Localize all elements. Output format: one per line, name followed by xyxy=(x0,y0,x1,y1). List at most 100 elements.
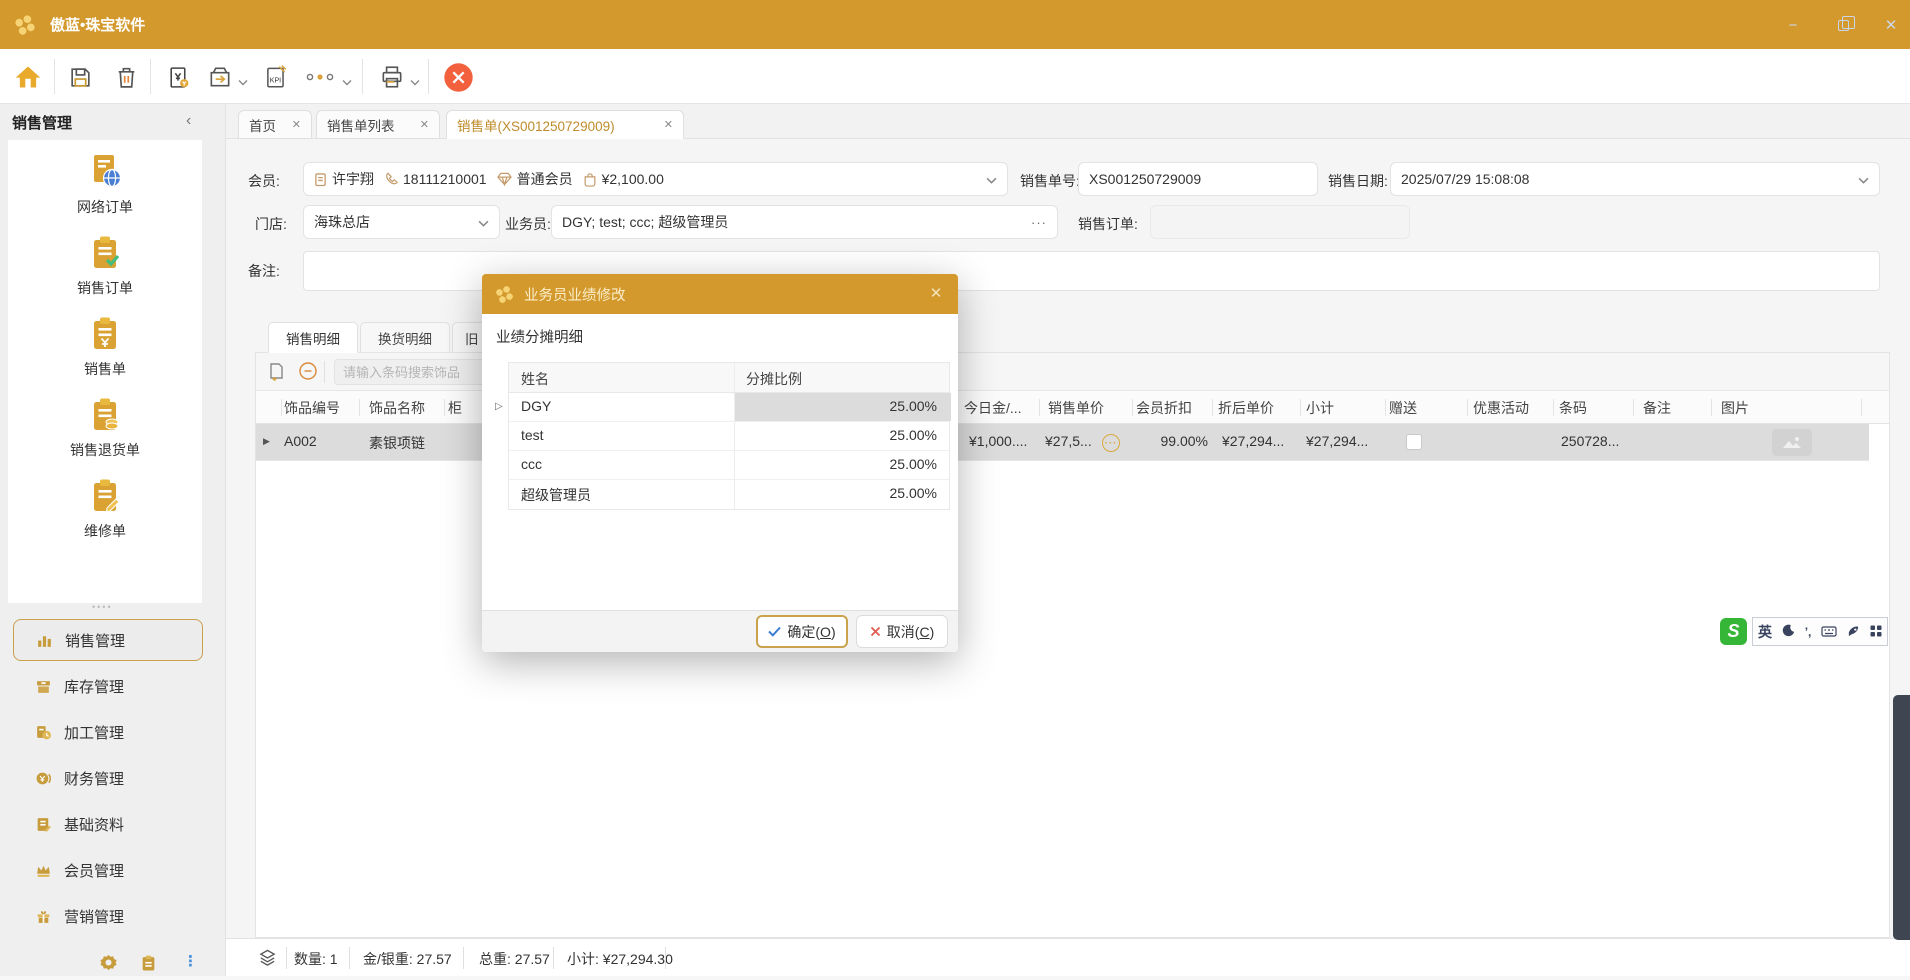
tab-close-icon[interactable]: ✕ xyxy=(292,118,301,131)
delete-button[interactable] xyxy=(106,57,146,97)
sidebar-item-sales-slip[interactable]: 销售单 xyxy=(8,314,202,379)
sidebar-module-processing[interactable]: 加工管理 xyxy=(13,711,203,753)
detail-tab-exchange[interactable]: 换货明细 xyxy=(360,322,450,353)
sidebar-item-sales-returns[interactable]: 销售退货单 xyxy=(8,395,202,460)
member-combo[interactable]: 许宇翔 18111210001 普通会员 ¥2,100.00 xyxy=(303,162,1008,196)
add-item-button[interactable] xyxy=(266,361,286,384)
column-header-ratio[interactable]: 分摊比例 xyxy=(746,369,802,389)
column-header-member-discount[interactable]: 会员折扣 xyxy=(1136,398,1192,418)
soft-keyboard-icon[interactable] xyxy=(1821,624,1837,640)
member-level: 普通会员 xyxy=(517,169,573,189)
kpi-edit-button[interactable]: KPI xyxy=(256,57,296,97)
exit-button[interactable] xyxy=(438,57,478,97)
item-image-placeholder-icon[interactable] xyxy=(1772,429,1812,456)
remove-item-button[interactable] xyxy=(298,361,318,384)
cell-discounted-price: ¥27,294... xyxy=(1222,433,1284,449)
cancel-button[interactable]: 取消(C) xyxy=(856,615,948,648)
salesperson-input[interactable]: DGY; test; ccc; 超级管理员 ··· xyxy=(551,205,1058,239)
module-label: 财务管理 xyxy=(64,768,124,789)
sidebar-item-sales-orders[interactable]: 销售订单 xyxy=(8,233,202,298)
tab-home[interactable]: 首页 ✕ xyxy=(238,110,312,139)
chevron-down-icon[interactable] xyxy=(478,214,489,230)
sidebar-item-repair-orders[interactable]: 维修单 xyxy=(8,476,202,541)
more-actions-button[interactable] xyxy=(300,57,340,97)
dialog-close-icon[interactable]: ✕ xyxy=(926,284,946,304)
sidebar-module-marketing[interactable]: 营销管理 xyxy=(13,895,203,937)
sidebar-module-finance[interactable]: 财务管理 xyxy=(13,757,203,799)
row-expand-icon[interactable]: ▶ xyxy=(263,436,270,447)
save-button[interactable] xyxy=(60,57,100,97)
chevron-down-icon[interactable] xyxy=(1858,171,1869,187)
sales-order-input[interactable] xyxy=(1150,205,1410,239)
price-more-icon[interactable]: ··· xyxy=(1102,434,1120,452)
dialog-header[interactable]: 业务员业绩修改 ✕ xyxy=(482,274,958,314)
sidebar-collapse-icon[interactable]: ‹ xyxy=(186,112,191,130)
chevron-down-icon[interactable] xyxy=(342,73,352,89)
store-select[interactable]: 海珠总店 xyxy=(303,205,500,239)
cell-ratio[interactable]: 25.00% xyxy=(734,422,951,450)
more-vertical-icon[interactable]: ⋮ xyxy=(183,952,198,970)
column-header-subtotal[interactable]: 小计 xyxy=(1306,398,1334,418)
sidebar-module-members[interactable]: 会员管理 xyxy=(13,849,203,891)
column-header-remark[interactable]: 备注 xyxy=(1643,398,1671,418)
input-tool-icon[interactable] xyxy=(1847,624,1860,640)
column-header-promotion[interactable]: 优惠活动 xyxy=(1473,398,1529,418)
clipboard-icon[interactable] xyxy=(140,954,157,975)
sidebar-module-inventory[interactable]: 库存管理 xyxy=(13,665,203,707)
column-header-item-code[interactable]: 饰品编号 xyxy=(284,398,340,418)
layers-icon[interactable] xyxy=(258,948,277,970)
sidebar-item-label: 维修单 xyxy=(8,521,202,541)
gift-checkbox[interactable] xyxy=(1406,434,1422,450)
cell-ratio[interactable]: 25.00% xyxy=(734,480,951,509)
restore-icon[interactable] xyxy=(1832,14,1854,36)
column-header-barcode[interactable]: 条码 xyxy=(1559,398,1587,418)
column-header-counter[interactable]: 柜 xyxy=(448,398,462,418)
performance-row[interactable]: test 25.00% xyxy=(509,422,949,451)
chevron-down-icon[interactable] xyxy=(986,171,997,187)
sidebar-splitter-handle[interactable]: •••• xyxy=(92,602,113,612)
tab-close-icon[interactable]: ✕ xyxy=(420,118,429,131)
cell-ratio[interactable]: 25.00% xyxy=(734,451,951,479)
desktop-assistant-strip xyxy=(1893,695,1910,940)
chevron-down-icon[interactable] xyxy=(238,73,248,89)
performance-row[interactable]: 超级管理员 25.00% xyxy=(509,480,949,509)
ok-button[interactable]: 确定(O) xyxy=(756,615,848,648)
column-divider xyxy=(734,363,735,392)
column-header-name[interactable]: 姓名 xyxy=(521,369,549,389)
column-header-gold-price[interactable]: 今日金/... xyxy=(964,398,1022,418)
print-button[interactable] xyxy=(372,57,412,97)
cell-ratio[interactable]: 25.00% xyxy=(734,393,951,421)
ime-language-mode[interactable]: 英 xyxy=(1758,622,1772,642)
order-no-input[interactable]: XS001250729009 xyxy=(1078,162,1318,196)
punctuation-mode[interactable]: ’, xyxy=(1805,625,1812,639)
sidebar-module-basedata[interactable]: 基础资料 xyxy=(13,803,203,845)
night-mode-moon-icon[interactable] xyxy=(1782,624,1795,640)
box-arrow-icon xyxy=(207,64,233,90)
ellipsis-button[interactable]: ··· xyxy=(1031,215,1047,230)
tab-sales-list[interactable]: 销售单列表 ✕ xyxy=(316,110,440,139)
detail-tab-sales[interactable]: 销售明细 xyxy=(268,322,358,353)
minimize-icon[interactable]: − xyxy=(1782,14,1804,36)
archive-out-button[interactable] xyxy=(200,57,240,97)
settings-gear-icon[interactable] xyxy=(99,953,118,975)
tab-close-icon[interactable]: ✕ xyxy=(664,118,673,131)
payment-document-button[interactable] xyxy=(158,57,198,97)
chevron-down-icon[interactable] xyxy=(410,73,420,89)
performance-row[interactable]: ccc 25.00% xyxy=(509,451,949,480)
column-header-discounted-price[interactable]: 折后单价 xyxy=(1218,398,1274,418)
column-header-gift[interactable]: 赠送 xyxy=(1389,398,1417,418)
column-header-item-name[interactable]: 饰品名称 xyxy=(369,398,425,418)
sale-date-picker[interactable]: 2025/07/29 15:08:08 xyxy=(1390,162,1880,196)
sidebar-module-sales[interactable]: 销售管理 xyxy=(13,619,203,661)
performance-row[interactable]: ▷ DGY 25.00% xyxy=(509,393,949,422)
home-button[interactable] xyxy=(8,57,48,97)
row-expand-icon[interactable]: ▷ xyxy=(495,401,503,412)
sogou-logo-icon[interactable]: S xyxy=(1720,618,1747,645)
sidebar-item-web-orders[interactable]: 网络订单 xyxy=(8,152,202,217)
tab-sales-slip-current[interactable]: 销售单(XS001250729009) ✕ xyxy=(446,110,684,139)
close-icon[interactable]: ✕ xyxy=(1880,14,1902,36)
toolbox-grid-icon[interactable] xyxy=(1870,624,1882,640)
column-header-image[interactable]: 图片 xyxy=(1721,398,1749,418)
column-header-sale-price[interactable]: 销售单价 xyxy=(1048,398,1104,418)
sidebar-item-label: 销售单 xyxy=(8,359,202,379)
